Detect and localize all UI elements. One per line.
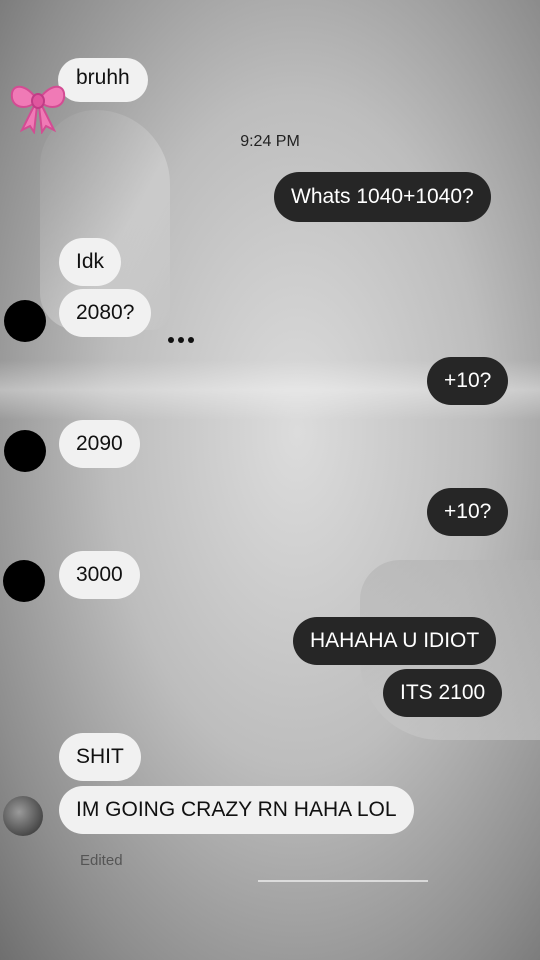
edited-label: Edited — [80, 852, 123, 869]
message-bubble-incoming[interactable]: IM GOING CRAZY RN HAHA LOL — [59, 786, 414, 834]
typing-indicator-icon — [168, 337, 198, 349]
message-bubble-partial[interactable]: bruhh — [58, 58, 148, 102]
message-text: Idk — [76, 250, 105, 273]
message-text: 2080? — [76, 301, 135, 324]
message-text: SHIT — [76, 745, 124, 768]
scroll-indicator — [258, 880, 428, 882]
message-bubble-incoming[interactable]: 2080? — [59, 289, 152, 337]
message-text: 3000 — [76, 563, 123, 586]
message-bubble-outgoing[interactable]: Whats 1040+1040? — [274, 172, 491, 222]
message-timestamp: 9:24 PM — [240, 133, 300, 150]
message-text: ITS 2100 — [400, 681, 486, 704]
message-bubble-outgoing[interactable]: +10? — [427, 488, 509, 536]
message-text: Whats 1040+1040? — [291, 185, 474, 208]
contact-avatar[interactable] — [3, 560, 45, 602]
message-bubble-incoming[interactable]: Idk — [59, 238, 122, 286]
contact-avatar[interactable] — [3, 796, 43, 836]
message-text: +10? — [444, 500, 492, 523]
message-text: HAHAHA U IDIOT — [310, 629, 480, 652]
message-bubble-outgoing[interactable]: +10? — [427, 357, 509, 405]
message-bubble-incoming[interactable]: 3000 — [59, 551, 140, 599]
contact-avatar[interactable] — [4, 300, 46, 342]
message-bubble-outgoing[interactable]: ITS 2100 — [383, 669, 503, 717]
message-bubble-outgoing[interactable]: HAHAHA U IDIOT — [293, 617, 497, 665]
message-text: IM GOING CRAZY RN HAHA LOL — [76, 798, 397, 821]
pink-bow-icon — [10, 85, 66, 134]
message-bubble-incoming[interactable]: SHIT — [59, 733, 141, 781]
message-text: 2090 — [76, 432, 123, 455]
message-bubble-incoming[interactable]: 2090 — [59, 420, 140, 468]
message-text: +10? — [444, 369, 492, 392]
contact-avatar[interactable] — [4, 430, 46, 472]
message-text: bruhh — [76, 66, 130, 89]
